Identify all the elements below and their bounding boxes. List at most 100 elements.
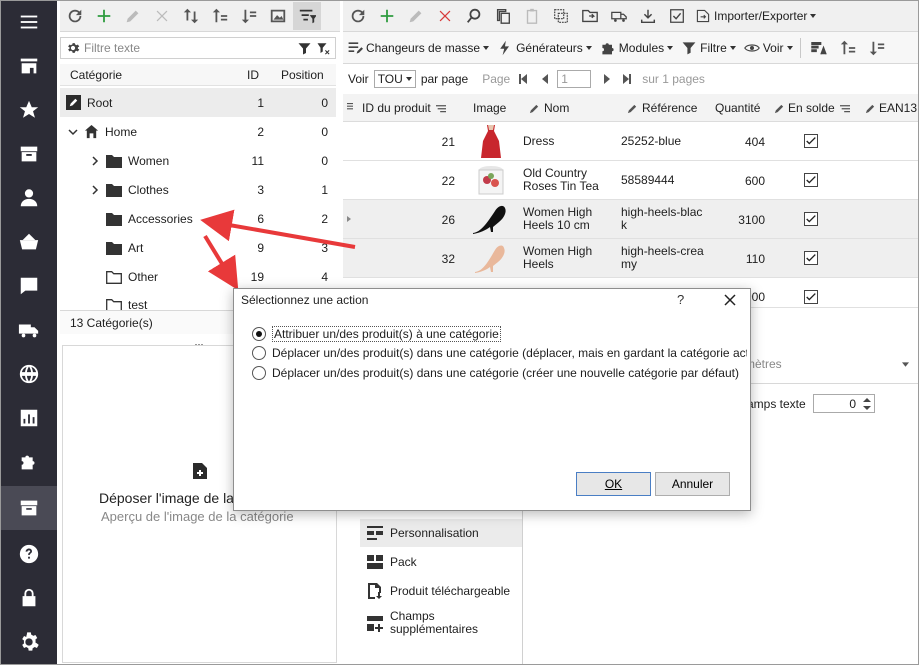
section-downloadable[interactable]: Produit téléchargeable — [360, 577, 522, 605]
help-button[interactable]: ? — [677, 292, 684, 307]
move-up-icon[interactable] — [206, 2, 234, 30]
settings-gear-icon[interactable] — [0, 620, 57, 664]
chevron-down-icon[interactable] — [68, 127, 78, 137]
copy-icon[interactable] — [489, 2, 517, 30]
section-extra-fields[interactable]: Champs supplémentaires — [360, 607, 522, 639]
sort-alpha-icon[interactable] — [805, 34, 833, 62]
move-up-icon[interactable] — [834, 34, 862, 62]
paste-icon[interactable] — [518, 2, 546, 30]
category-row-clothes[interactable]: Clothes 3 1 — [60, 175, 336, 204]
radio-button[interactable] — [252, 346, 266, 360]
view-menu[interactable]: Voir — [740, 34, 797, 62]
download-icon[interactable] — [634, 2, 662, 30]
product-row[interactable]: 22 Old Country Roses Tin Tea 58589444 60… — [343, 161, 919, 200]
text-fields-stepper[interactable]: 0 — [813, 394, 875, 413]
message-icon[interactable] — [0, 264, 57, 308]
import-export-menu[interactable]: Importer/Exporter — [691, 2, 820, 30]
validate-icon[interactable] — [663, 2, 691, 30]
cancel-button[interactable]: Annuler — [655, 472, 730, 496]
filter-tree-icon[interactable] — [293, 1, 321, 30]
delete-icon[interactable] — [431, 2, 459, 30]
image-icon[interactable] — [264, 2, 292, 30]
option-assign-category[interactable]: Attribuer un/des produit(s) à une catégo… — [252, 326, 747, 342]
chevron-right-icon[interactable] — [90, 184, 100, 195]
last-page-icon[interactable] — [621, 73, 633, 85]
filter-icon[interactable] — [297, 41, 312, 56]
product-row[interactable]: 26 Women High Heels 10 cm high-heels-bla… — [343, 200, 919, 239]
puzzle-icon[interactable] — [0, 440, 57, 484]
category-row-art[interactable]: Art 9 3 — [60, 233, 336, 262]
move-down-icon[interactable] — [235, 2, 263, 30]
page-input[interactable]: 1 — [557, 70, 592, 88]
catalog-icon[interactable] — [0, 486, 57, 530]
column-category[interactable]: Catégorie — [70, 68, 122, 82]
help-icon[interactable] — [0, 532, 57, 576]
column-reference[interactable]: Référence — [627, 101, 697, 115]
category-row-women[interactable]: Women 11 0 — [60, 146, 336, 175]
row-menu-icon[interactable] — [347, 101, 353, 111]
search-icon[interactable] — [460, 2, 488, 30]
filter-menu[interactable]: Filtre — [677, 34, 740, 62]
on-sale-checkbox[interactable] — [804, 212, 818, 226]
truck-check-icon[interactable] — [605, 2, 633, 30]
refresh-icon[interactable] — [61, 2, 89, 30]
globe-icon[interactable] — [0, 352, 57, 396]
category-row-other[interactable]: Other 19 4 — [60, 262, 336, 291]
column-image[interactable]: Image — [473, 101, 506, 115]
column-position[interactable]: Position — [281, 68, 324, 82]
per-page-select[interactable]: TOU — [373, 70, 416, 88]
mass-changers-menu[interactable]: Changeurs de masse — [343, 34, 493, 62]
move-down-icon[interactable] — [863, 34, 891, 62]
close-icon[interactable] — [721, 291, 739, 309]
product-row[interactable]: 32 Women High Heels high-heels-creamy 11… — [343, 239, 919, 278]
category-row-root[interactable]: Root 1 0 — [60, 88, 336, 117]
column-id[interactable]: ID — [247, 68, 259, 82]
stats-icon[interactable] — [0, 396, 57, 440]
settings-gear-icon[interactable] — [66, 41, 80, 55]
basket-icon[interactable] — [0, 220, 57, 264]
product-row[interactable]: 21 Dress 25252-blue 404 — [343, 122, 919, 161]
user-icon[interactable] — [0, 176, 57, 220]
option-move-keep-category[interactable]: Déplacer un/des produit(s) dans une caté… — [252, 346, 747, 360]
category-row-accessories[interactable]: Accessories 6 2 — [60, 204, 336, 233]
generators-menu[interactable]: Générateurs — [493, 34, 596, 62]
on-sale-checkbox[interactable] — [804, 290, 818, 304]
delete-icon[interactable] — [148, 2, 176, 30]
category-filter-input[interactable]: Filtre texte — [60, 37, 336, 59]
store-icon[interactable] — [0, 44, 57, 88]
ok-button[interactable]: OK — [576, 472, 651, 496]
refresh-icon[interactable] — [344, 2, 372, 30]
column-quantity[interactable]: Quantité — [715, 101, 760, 115]
stepper-arrows-icon[interactable] — [863, 397, 871, 411]
on-sale-checkbox[interactable] — [804, 251, 818, 265]
column-on-sale[interactable]: En solde — [774, 101, 850, 115]
next-page-icon[interactable] — [601, 73, 613, 85]
section-personalisation[interactable]: Personnalisation — [360, 519, 522, 547]
edit-icon[interactable] — [402, 2, 430, 30]
duplicate-icon[interactable] — [547, 2, 575, 30]
first-page-icon[interactable] — [517, 73, 529, 85]
category-row-home[interactable]: Home 2 0 — [60, 117, 336, 146]
move-icon[interactable] — [177, 2, 205, 30]
box-icon[interactable] — [0, 132, 57, 176]
on-sale-checkbox[interactable] — [804, 173, 818, 187]
menu-icon[interactable] — [0, 0, 57, 44]
on-sale-checkbox[interactable] — [804, 134, 818, 148]
move-to-category-icon[interactable] — [576, 2, 604, 30]
option-move-new-default[interactable]: Déplacer un/des produit(s) dans une caté… — [252, 366, 747, 380]
section-pack[interactable]: Pack — [360, 548, 522, 576]
add-icon[interactable] — [373, 2, 401, 30]
radio-button[interactable] — [252, 366, 266, 380]
chevron-down-icon[interactable] — [902, 362, 909, 367]
add-icon[interactable] — [90, 2, 118, 30]
clear-filter-icon[interactable] — [316, 41, 331, 56]
lock-icon[interactable] — [0, 576, 57, 620]
previous-page-icon[interactable] — [539, 73, 551, 85]
column-name[interactable]: Nom — [529, 101, 569, 115]
splitter-handle[interactable] — [194, 336, 204, 346]
truck-icon[interactable] — [0, 308, 57, 352]
chevron-right-icon[interactable] — [90, 155, 100, 166]
star-icon[interactable] — [0, 88, 57, 132]
column-product-id[interactable]: ID du produit — [362, 101, 446, 115]
radio-button[interactable] — [252, 327, 266, 341]
